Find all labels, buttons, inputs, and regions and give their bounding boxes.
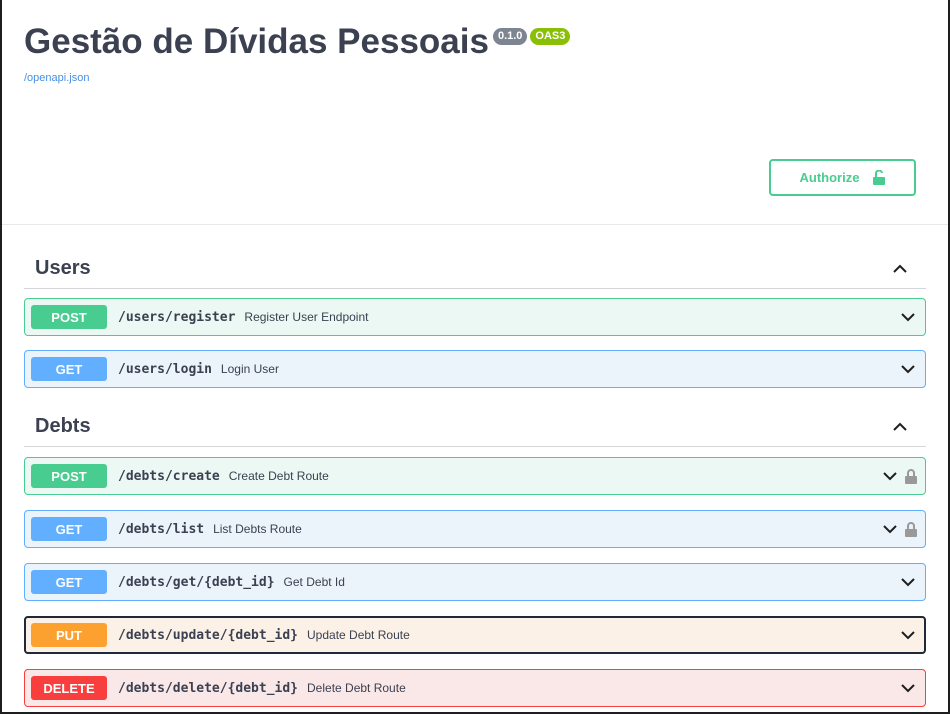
chevron-down-icon[interactable] <box>899 573 917 591</box>
lock-open-icon <box>873 170 886 185</box>
lock-icon[interactable] <box>905 521 917 537</box>
operation-post-debts-create[interactable]: POST /debts/create Create Debt Route <box>24 457 926 495</box>
operation-summary: Get Debt Id <box>283 575 345 589</box>
operation-path: /users/register <box>118 309 236 325</box>
operation-summary: Delete Debt Route <box>307 681 406 695</box>
operation-summary: Update Debt Route <box>307 628 410 642</box>
api-info: Gestão de Dívidas Pessoais 0.1.0 OAS3 /o… <box>24 22 571 84</box>
chevron-down-icon[interactable] <box>899 626 917 644</box>
operation-summary: Login User <box>220 362 279 376</box>
operation-path: /debts/update/{debt_id} <box>118 627 299 643</box>
method-badge: GET <box>31 570 107 594</box>
tag-name: Debts <box>35 415 91 437</box>
chevron-up-icon <box>893 264 907 273</box>
lock-icon[interactable] <box>905 468 917 484</box>
operation-path: /debts/get/{debt_id} <box>118 574 275 590</box>
operation-path: /debts/delete/{debt_id} <box>118 680 299 696</box>
method-badge: GET <box>31 357 107 381</box>
openapi-json-link[interactable]: /openapi.json <box>24 72 570 84</box>
operation-delete-debts-delete[interactable]: DELETE /debts/delete/{debt_id} Delete De… <box>24 669 926 707</box>
operation-get-debts-list[interactable]: GET /debts/list List Debts Route <box>24 510 926 548</box>
operation-summary: Register User Endpoint <box>244 310 369 324</box>
authorize-label: Authorize <box>799 170 860 185</box>
oas-badge: OAS3 <box>530 28 571 45</box>
tag-name: Users <box>35 257 91 279</box>
tag-header-debts[interactable]: Debts <box>24 407 926 447</box>
chevron-down-icon[interactable] <box>881 467 899 485</box>
chevron-down-icon[interactable] <box>899 679 917 697</box>
operation-put-debts-update[interactable]: PUT /debts/update/{debt_id} Update Debt … <box>24 616 926 654</box>
method-badge: PUT <box>31 623 107 647</box>
method-badge: GET <box>31 517 107 541</box>
operation-summary: List Debts Route <box>213 522 302 536</box>
version-badge: 0.1.0 <box>492 28 528 45</box>
authorize-button[interactable]: Authorize <box>769 159 916 196</box>
method-badge: DELETE <box>31 676 107 700</box>
scheme-divider <box>2 224 948 225</box>
api-title-text: Gestão de Dívidas Pessoais <box>24 22 489 61</box>
operation-path: /debts/create <box>118 468 220 484</box>
operation-get-debt-id[interactable]: GET /debts/get/{debt_id} Get Debt Id <box>24 563 926 601</box>
operation-summary: Create Debt Route <box>228 469 329 483</box>
chevron-up-icon <box>893 422 907 431</box>
operation-path: /debts/list <box>118 521 205 537</box>
operation-path: /users/login <box>118 361 212 377</box>
chevron-down-icon[interactable] <box>899 308 917 326</box>
chevron-down-icon[interactable] <box>899 360 917 378</box>
api-title: Gestão de Dívidas Pessoais 0.1.0 OAS3 <box>24 22 571 62</box>
operation-post-users-register[interactable]: POST /users/register Register User Endpo… <box>24 298 926 336</box>
operation-get-users-login[interactable]: GET /users/login Login User <box>24 350 926 388</box>
tag-header-users[interactable]: Users <box>24 249 926 289</box>
method-badge: POST <box>31 464 107 488</box>
method-badge: POST <box>31 305 107 329</box>
chevron-down-icon[interactable] <box>881 520 899 538</box>
